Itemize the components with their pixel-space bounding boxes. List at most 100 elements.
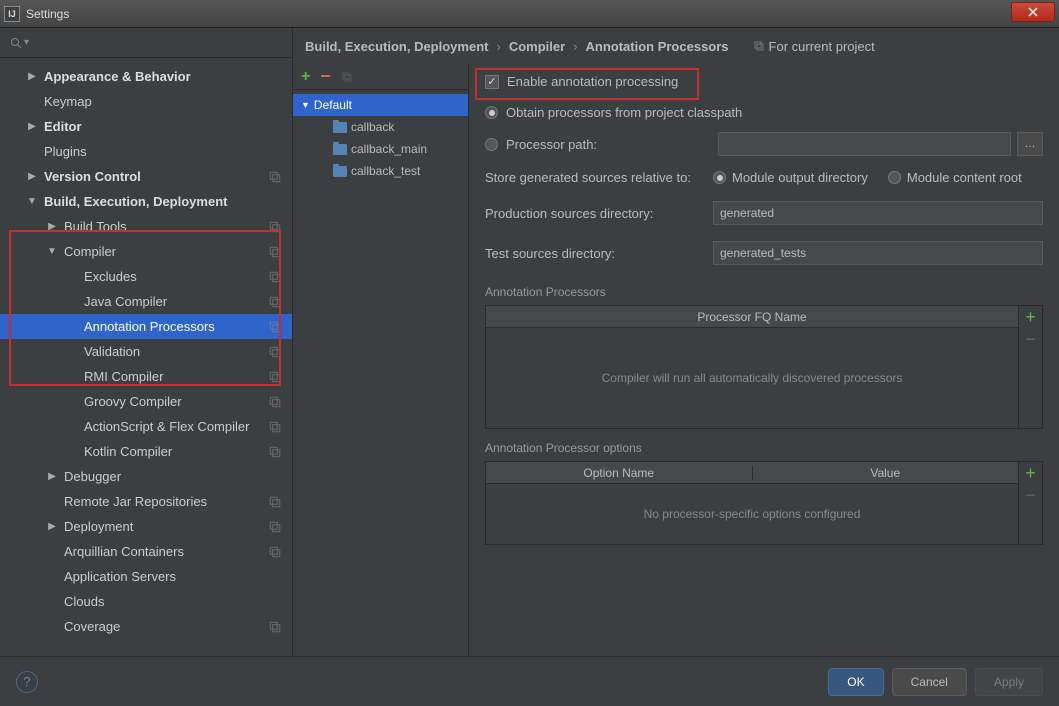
processors-table-header: Processor FQ Name [486,306,1018,328]
sidebar-item-deployment[interactable]: ▶Deployment [0,514,292,539]
sidebar-item-label: Deployment [64,519,268,534]
chevron-right-icon: ▶ [20,121,44,132]
processor-path-radio[interactable] [485,138,498,151]
add-profile-button[interactable]: + [301,68,310,86]
settings-form: Enable annotation processing Obtain proc… [469,64,1059,656]
processors-table: Processor FQ Name Compiler will run all … [485,305,1043,429]
sidebar-item-label: Excludes [84,269,268,284]
main-panel: Build, Execution, Deployment › Compiler … [293,28,1059,656]
project-scope-icon [268,170,282,184]
options-table-header: Option Name Value [486,462,1018,484]
sidebar-item-build-tools[interactable]: ▶Build Tools [0,214,292,239]
sidebar-item-application-servers[interactable]: Application Servers [0,564,292,589]
close-button[interactable] [1011,2,1055,22]
folder-icon [333,166,347,177]
settings-tree[interactable]: ▶Appearance & BehaviorKeymap▶EditorPlugi… [0,58,292,656]
project-scope-icon [268,420,282,434]
sidebar-item-arquillian-containers[interactable]: Arquillian Containers [0,539,292,564]
sidebar-item-label: Groovy Compiler [84,394,268,409]
sidebar-item-label: Coverage [64,619,268,634]
store-sources-row: Store generated sources relative to: Mod… [485,162,1043,193]
module-content-option[interactable]: Module content root [888,170,1022,185]
sidebar-item-kotlin-compiler[interactable]: Kotlin Compiler [0,439,292,464]
sidebar-item-coverage[interactable]: Coverage [0,614,292,639]
project-scope-icon [268,245,282,259]
test-sources-row: Test sources directory: [485,233,1043,273]
sidebar-item-compiler[interactable]: ▼Compiler [0,239,292,264]
project-scope-icon [268,345,282,359]
search-input[interactable]: ▾ [10,37,29,49]
module-item[interactable]: callback_main [293,138,468,160]
folder-icon [333,144,347,155]
sidebar-item-label: ActionScript & Flex Compiler [84,419,268,434]
sidebar-item-clouds[interactable]: Clouds [0,589,292,614]
sidebar-item-version-control[interactable]: ▶Version Control [0,164,292,189]
module-item[interactable]: callback [293,116,468,138]
chevron-down-icon: ▼ [301,100,310,110]
sidebar-item-label: Arquillian Containers [64,544,268,559]
chevron-right-icon: ▶ [20,71,44,82]
project-scope-icon [268,320,282,334]
ok-button[interactable]: OK [828,668,883,696]
sidebar-item-appearance-behavior[interactable]: ▶Appearance & Behavior [0,64,292,89]
sidebar-item-validation[interactable]: Validation [0,339,292,364]
copy-profile-button[interactable] [341,71,353,83]
add-processor-button[interactable]: + [1019,306,1042,328]
sidebar-item-plugins[interactable]: Plugins [0,139,292,164]
processor-path-input[interactable] [718,132,1011,156]
breadcrumb-item[interactable]: Compiler [509,39,565,54]
browse-button[interactable]: … [1017,132,1043,156]
obtain-classpath-radio[interactable] [485,106,498,119]
module-item[interactable]: callback_test [293,160,468,182]
remove-option-button[interactable]: − [1019,484,1042,506]
remove-processor-button[interactable]: − [1019,328,1042,350]
project-scope-icon [268,495,282,509]
sidebar-item-editor[interactable]: ▶Editor [0,114,292,139]
chevron-right-icon: ▶ [40,221,64,232]
breadcrumb-item: Annotation Processors [586,39,729,54]
profile-default[interactable]: ▼ Default [293,94,468,116]
breadcrumb-item[interactable]: Build, Execution, Deployment [305,39,488,54]
sidebar-item-label: RMI Compiler [84,369,268,384]
project-scope-icon [268,520,282,534]
project-scope-icon [268,295,282,309]
enable-annotation-checkbox[interactable] [485,75,499,89]
enable-annotation-row[interactable]: Enable annotation processing [485,64,1043,99]
sidebar-item-label: Remote Jar Repositories [64,494,268,509]
sidebar-item-annotation-processors[interactable]: Annotation Processors [0,314,292,339]
sidebar-item-label: Keymap [44,94,282,109]
titlebar: IJ Settings [0,0,1059,28]
sidebar-item-label: Appearance & Behavior [44,69,282,84]
module-content-radio[interactable] [888,171,901,184]
sidebar-item-label: Validation [84,344,268,359]
module-tree[interactable]: ▼ Default callback callback_main callbac… [293,90,468,182]
test-sources-input[interactable] [713,241,1043,265]
help-button[interactable]: ? [16,671,38,693]
prod-sources-input[interactable] [713,201,1043,225]
sidebar-item-excludes[interactable]: Excludes [0,264,292,289]
module-output-radio[interactable] [713,171,726,184]
sidebar-item-rmi-compiler[interactable]: RMI Compiler [0,364,292,389]
project-scope-icon [268,220,282,234]
add-option-button[interactable]: + [1019,462,1042,484]
cancel-button[interactable]: Cancel [892,668,967,696]
sidebar-item-remote-jar-repositories[interactable]: Remote Jar Repositories [0,489,292,514]
sidebar-item-keymap[interactable]: Keymap [0,89,292,114]
apply-button[interactable]: Apply [975,668,1043,696]
module-output-option[interactable]: Module output directory [713,170,868,185]
sidebar-item-actionscript-flex-compiler[interactable]: ActionScript & Flex Compiler [0,414,292,439]
remove-profile-button[interactable]: − [320,66,331,87]
processors-section-label: Annotation Processors [485,285,1043,299]
chevron-right-icon: ▶ [20,171,44,182]
app-icon: IJ [4,6,20,22]
sidebar-item-java-compiler[interactable]: Java Compiler [0,289,292,314]
search-row: ▾ [0,28,292,58]
search-icon [10,37,22,49]
module-toolbar: + − [293,64,468,90]
chevron-down-icon: ▼ [40,246,64,257]
options-section-label: Annotation Processor options [485,441,1043,455]
sidebar-item-build-execution-deployment[interactable]: ▼Build, Execution, Deployment [0,189,292,214]
sidebar-item-groovy-compiler[interactable]: Groovy Compiler [0,389,292,414]
sidebar-item-debugger[interactable]: ▶Debugger [0,464,292,489]
obtain-classpath-row[interactable]: Obtain processors from project classpath [485,99,1043,126]
